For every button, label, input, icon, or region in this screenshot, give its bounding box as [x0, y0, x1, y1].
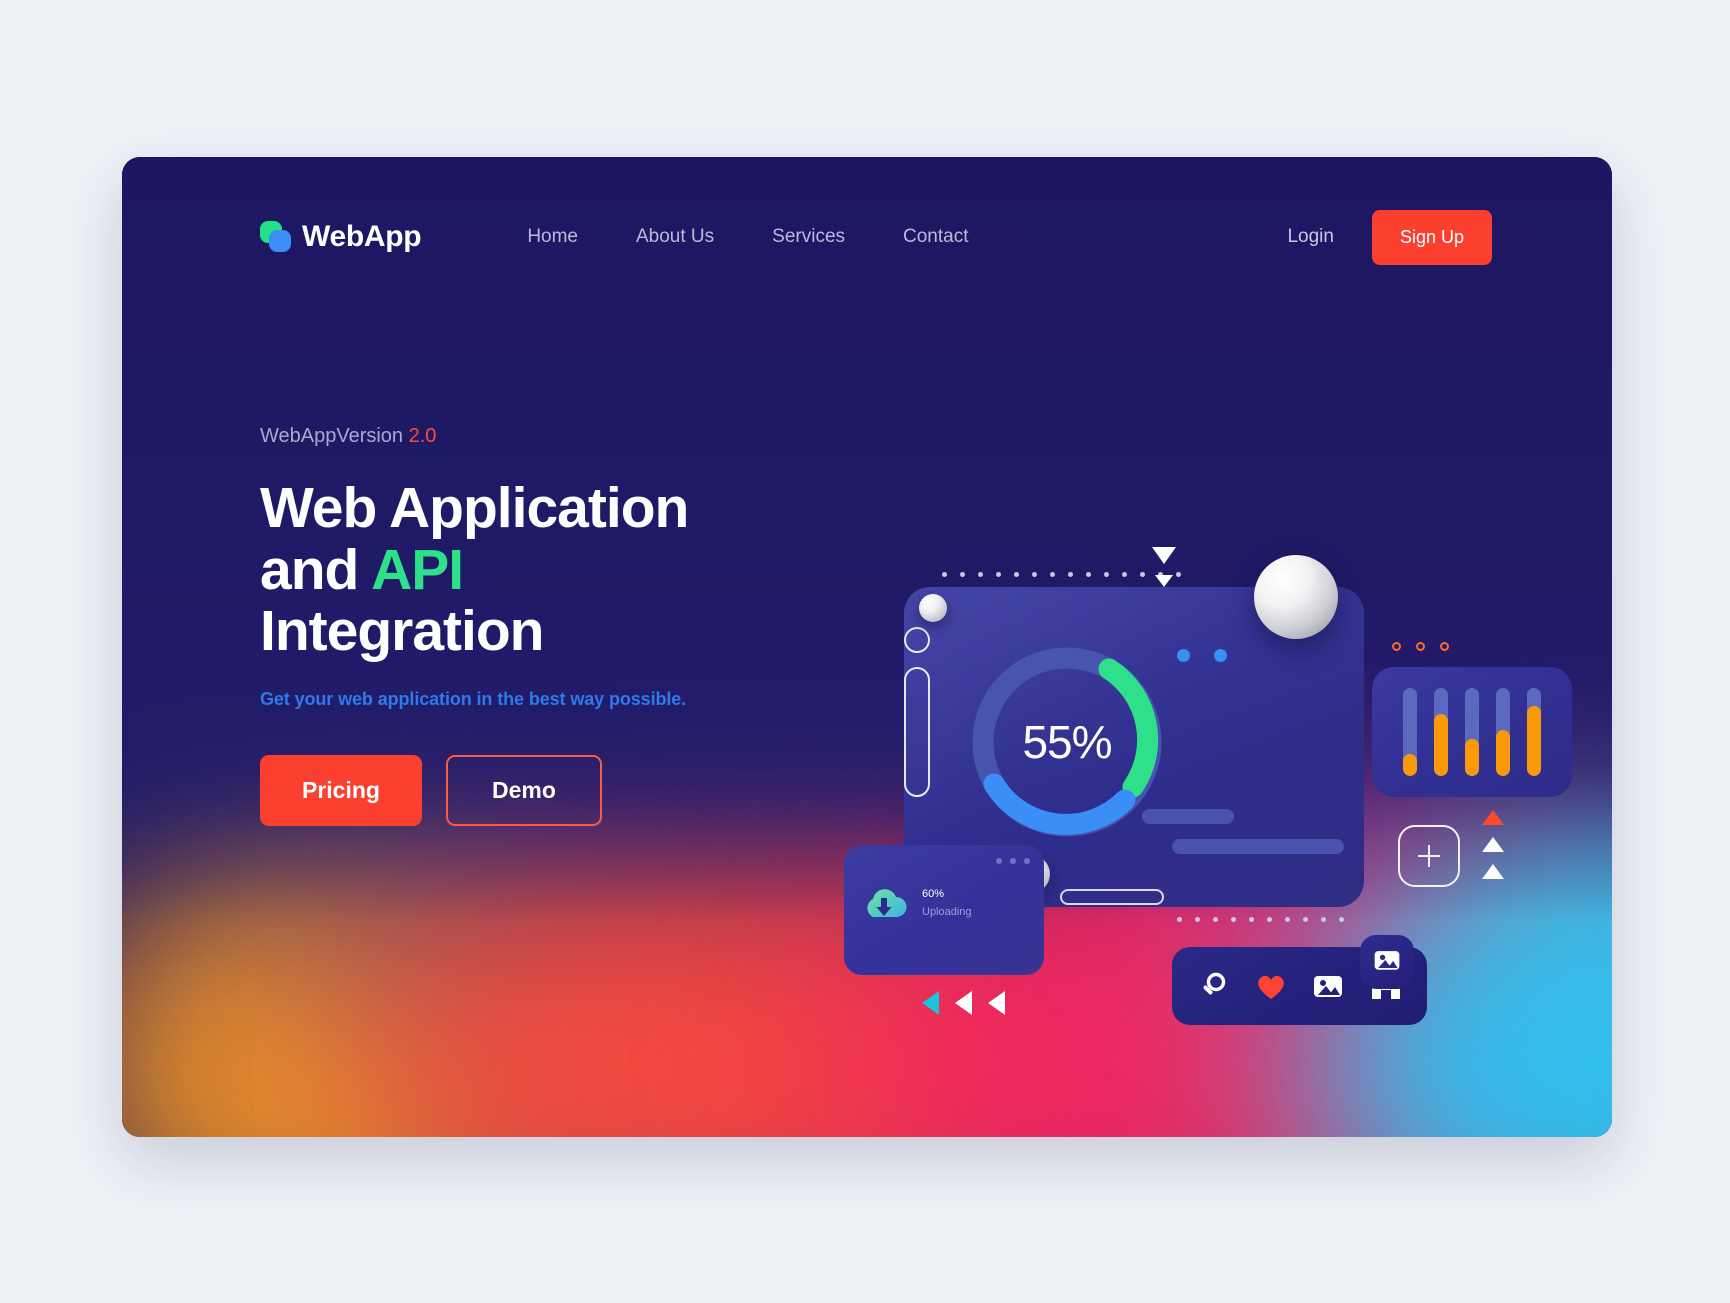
nav-item-contact[interactable]: Contact — [903, 218, 968, 256]
hero-eyebrow: WebAppVersion 2.0 — [260, 425, 820, 448]
bar-chart-card — [1372, 667, 1572, 797]
placeholder-bar — [1172, 839, 1344, 854]
upload-status-label: Uploading — [922, 906, 972, 918]
nav-item-services[interactable]: Services — [772, 218, 845, 256]
triangle-left-icon — [955, 991, 972, 1015]
brand-name: WebApp — [302, 220, 422, 253]
upload-progress-card: 60% Uploading — [844, 845, 1044, 975]
hero-landing-card: WebApp Home About Us Services Contact Lo… — [122, 157, 1612, 1137]
search-icon[interactable] — [1196, 969, 1230, 1003]
chart-bar — [1527, 688, 1541, 776]
hero-copy: WebAppVersion 2.0 Web Application and AP… — [260, 425, 820, 826]
chart-bar — [1465, 688, 1479, 776]
page-root: WebApp Home About Us Services Contact Lo… — [0, 0, 1730, 1303]
nav-links: Home About Us Services Contact — [527, 218, 968, 256]
dotted-line-bottom — [1177, 917, 1344, 922]
cloud-download-icon — [860, 883, 908, 921]
demo-button[interactable]: Demo — [445, 754, 602, 826]
nav-actions: Login Sign Up — [1287, 209, 1492, 265]
headline-line-1: Web Application — [260, 476, 689, 540]
placeholder-bar — [1142, 809, 1234, 824]
chart-bar — [1496, 688, 1510, 776]
plus-icon — [1400, 827, 1401, 828]
hero-eyebrow-text: WebAppVersion — [260, 425, 404, 447]
heart-icon[interactable] — [1254, 969, 1288, 1003]
hero-cta-row: Pricing Demo — [260, 754, 820, 826]
decorative-sphere-small — [919, 594, 947, 622]
add-button[interactable] — [1398, 825, 1460, 887]
triangle-down-icon — [1155, 575, 1173, 587]
page-title: Web Application and API Integration — [260, 476, 820, 664]
brand-logo[interactable]: WebApp — [260, 220, 422, 254]
decorative-sphere-large — [1254, 555, 1338, 639]
accent-dots-blue — [1177, 649, 1227, 662]
image-badge[interactable] — [1360, 935, 1414, 989]
hero-illustration: 55% 60% Uploading — [822, 527, 1612, 1137]
outlined-pill — [1060, 889, 1164, 905]
nav-item-about-us[interactable]: About Us — [636, 218, 714, 256]
triangle-up-icon — [1482, 837, 1504, 852]
dotted-line-top — [942, 572, 1181, 577]
hero-eyebrow-version: 2.0 — [408, 425, 437, 447]
upload-meter: 60% Uploading — [922, 884, 1022, 920]
slider-track[interactable] — [904, 667, 930, 797]
image-icon[interactable] — [1311, 969, 1345, 1003]
chart-bar — [1434, 688, 1448, 776]
accent-circles-orange — [1392, 642, 1449, 651]
triangle-left-cyan-icon — [922, 991, 939, 1015]
triangles-up-group — [1482, 810, 1504, 879]
triangle-left-icon — [988, 991, 1005, 1015]
upload-percent-label: 60% — [922, 888, 945, 900]
arrows-left-group — [922, 991, 1005, 1015]
triangle-up-icon — [1482, 864, 1504, 879]
navbar: WebApp Home About Us Services Contact Lo… — [122, 157, 1612, 317]
triangle-up-orange-icon — [1482, 810, 1504, 825]
headline-highlight-api: API — [371, 537, 464, 602]
headline-line-2-prefix: and — [260, 537, 372, 602]
triangle-down-icon — [1152, 547, 1176, 564]
signup-button[interactable]: Sign Up — [1371, 209, 1492, 265]
hero-subcopy: Get your web application in the best way… — [260, 688, 687, 709]
login-link[interactable]: Login — [1287, 226, 1334, 248]
window-dots — [996, 858, 1030, 864]
headline-line-3: Integration — [260, 599, 544, 664]
slider-knob[interactable] — [904, 627, 930, 653]
image-icon — [1372, 945, 1402, 980]
upload-card-body: 60% Uploading — [860, 883, 1022, 921]
chart-bar — [1403, 688, 1417, 776]
pricing-button[interactable]: Pricing — [260, 754, 422, 826]
nav-item-home[interactable]: Home — [527, 218, 578, 256]
two-rounded-squares-logo-icon — [260, 221, 292, 253]
donut-value-label: 55% — [1022, 716, 1112, 768]
progress-donut-chart: 55% — [962, 637, 1172, 847]
